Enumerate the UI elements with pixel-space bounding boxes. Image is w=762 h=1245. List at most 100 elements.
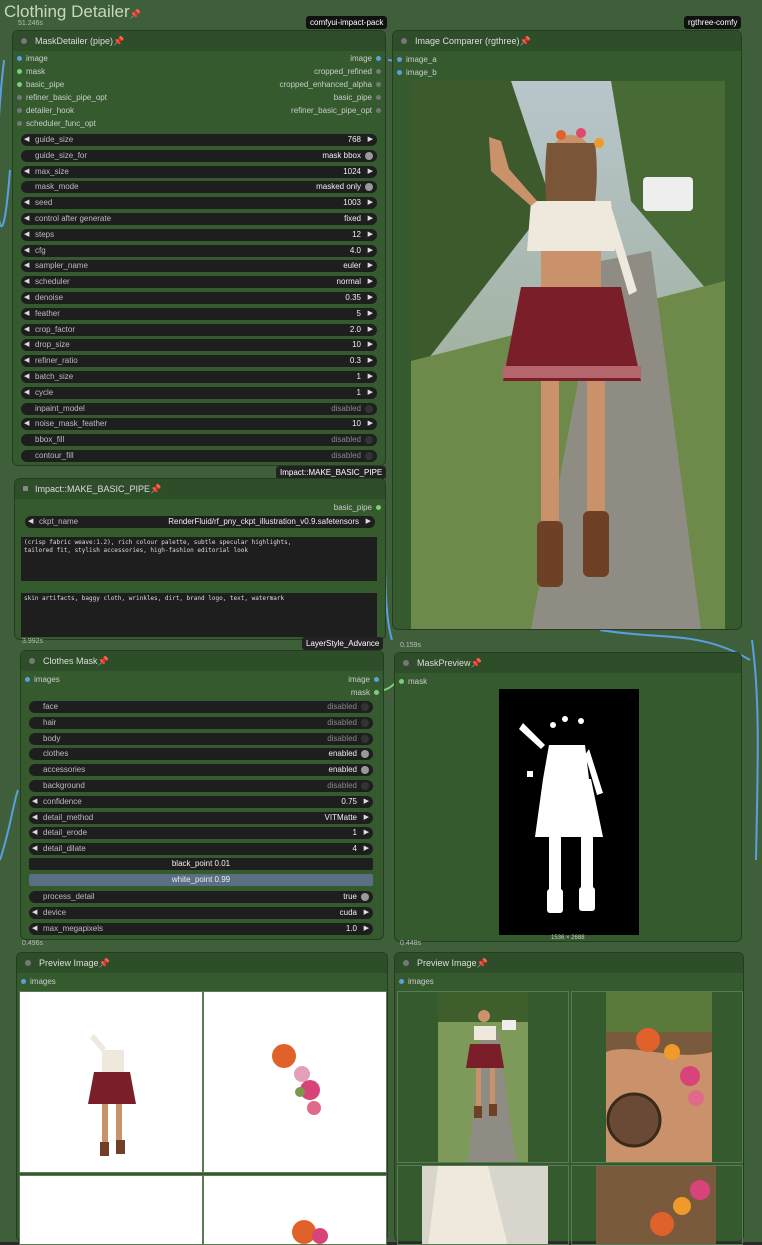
toggle-knob-icon[interactable] xyxy=(361,718,369,727)
noise-mask-feather-widget[interactable]: ◀ noise_mask_feather 10 ▶ xyxy=(21,418,377,431)
arrow-left-icon[interactable]: ◀ xyxy=(24,293,29,301)
arrow-left-icon[interactable]: ◀ xyxy=(24,340,29,348)
input-slot-images[interactable]: images xyxy=(17,977,56,986)
node-title[interactable]: MaskDetailer (pipe)📌 xyxy=(13,31,385,51)
hair-widget[interactable]: hair disabled xyxy=(29,716,373,729)
arrow-right-icon[interactable]: ▶ xyxy=(368,261,373,269)
arrow-left-icon[interactable]: ◀ xyxy=(24,261,29,269)
arrow-right-icon[interactable]: ▶ xyxy=(368,388,373,396)
group-title[interactable]: Clothing Detailer📌 xyxy=(4,2,141,22)
process-detail-widget[interactable]: process_detail true xyxy=(29,891,373,903)
arrow-right-icon[interactable]: ▶ xyxy=(368,167,373,175)
toggle-knob-icon[interactable] xyxy=(365,404,373,413)
arrow-left-icon[interactable]: ◀ xyxy=(24,277,29,285)
collapse-dot-icon[interactable] xyxy=(401,38,407,44)
input-slot-images[interactable]: images xyxy=(21,675,60,684)
arrow-left-icon[interactable]: ◀ xyxy=(24,388,29,396)
mask-preview-image[interactable] xyxy=(499,689,639,935)
mask-preview-node[interactable]: MaskPreview📌 mask 1536 × 2688 xyxy=(394,652,742,942)
arrow-right-icon[interactable]: ▶ xyxy=(368,340,373,348)
input-slot-image-b[interactable]: image_b xyxy=(393,68,437,77)
detail-erode-widget[interactable]: ◀ detail_erode 1 ▶ xyxy=(29,827,373,840)
collapse-dot-icon[interactable] xyxy=(403,660,409,666)
preview-thumbnail[interactable] xyxy=(19,1175,203,1245)
input-slot-images[interactable]: images xyxy=(395,977,434,986)
collapse-dot-icon[interactable] xyxy=(29,658,35,664)
white-point-slider[interactable]: white_point 0.99 xyxy=(29,874,373,886)
arrow-right-icon[interactable]: ▶ xyxy=(368,325,373,333)
batch-size-widget[interactable]: ◀ batch_size 1 ▶ xyxy=(21,371,377,383)
arrow-right-icon[interactable]: ▶ xyxy=(368,230,373,238)
control-after-generate-widget[interactable]: ◀ control after generate fixed ▶ xyxy=(21,213,377,225)
guide-size-widget[interactable]: ◀ guide_size 768 ▶ xyxy=(21,134,377,146)
detail-dilate-widget[interactable]: ◀ detail_dilate 4 ▶ xyxy=(29,843,373,856)
preview-thumbnail[interactable] xyxy=(203,1175,387,1245)
arrow-left-icon[interactable]: ◀ xyxy=(28,517,33,525)
node-title[interactable]: Impact::MAKE_BASIC_PIPE📌 xyxy=(15,479,385,499)
output-slot-image[interactable]: image xyxy=(348,675,383,684)
arrow-left-icon[interactable]: ◀ xyxy=(32,797,37,805)
output-slot-refiner-basic-pipe-opt[interactable]: refiner_basic_pipe_opt xyxy=(291,106,385,115)
denoise-widget[interactable]: ◀ denoise 0.35 ▶ xyxy=(21,292,377,304)
arrow-left-icon[interactable]: ◀ xyxy=(24,135,29,143)
arrow-left-icon[interactable]: ◀ xyxy=(24,214,29,222)
positive-prompt-textarea[interactable]: (crisp fabric weave:1.2), rich colour pa… xyxy=(21,537,377,581)
arrow-right-icon[interactable]: ▶ xyxy=(368,277,373,285)
output-slot-mask[interactable]: mask xyxy=(351,688,383,697)
arrow-right-icon[interactable]: ▶ xyxy=(368,419,373,427)
guide-size-for-widget[interactable]: guide_size_for mask bbox xyxy=(21,149,377,162)
inpaint-model-widget[interactable]: inpaint_model disabled xyxy=(21,402,377,415)
drop-size-widget[interactable]: ◀ drop_size 10 ▶ xyxy=(21,339,377,352)
arrow-right-icon[interactable]: ▶ xyxy=(368,293,373,301)
output-slot-image[interactable]: image xyxy=(350,54,385,63)
arrow-right-icon[interactable]: ▶ xyxy=(364,924,369,932)
accessories-widget[interactable]: accessories enabled xyxy=(29,764,373,777)
device-widget[interactable]: ◀ device cuda ▶ xyxy=(29,906,373,919)
clothes-mask-node[interactable]: Clothes Mask📌 images image mask face disa… xyxy=(20,650,384,940)
arrow-left-icon[interactable]: ◀ xyxy=(24,230,29,238)
toggle-knob-icon[interactable] xyxy=(361,734,369,743)
arrow-left-icon[interactable]: ◀ xyxy=(32,813,37,821)
face-widget[interactable]: face disabled xyxy=(29,701,373,713)
arrow-left-icon[interactable]: ◀ xyxy=(32,908,37,916)
max-megapixels-widget[interactable]: ◀ max_megapixels 1.0 ▶ xyxy=(29,922,373,935)
node-title[interactable]: MaskPreview📌 xyxy=(395,653,741,673)
preview-thumbnail[interactable] xyxy=(203,991,387,1173)
background-widget[interactable]: background disabled xyxy=(29,780,373,792)
negative-prompt-textarea[interactable]: skin artifacts, baggy cloth, wrinkles, d… xyxy=(21,593,377,637)
toggle-knob-icon[interactable] xyxy=(365,436,373,445)
arrow-left-icon[interactable]: ◀ xyxy=(24,372,29,380)
input-slot-mask[interactable]: mask xyxy=(13,67,45,76)
toggle-knob-icon[interactable] xyxy=(361,893,369,901)
output-slot-basic-pipe[interactable]: basic_pipe xyxy=(334,503,385,512)
toggle-knob-icon[interactable] xyxy=(361,703,369,711)
preview-image-node[interactable]: Preview Image📌 images xyxy=(394,952,744,1245)
mask-detailer-node[interactable]: MaskDetailer (pipe)📌 image mask basic_pipe… xyxy=(12,30,386,466)
preview-thumbnail[interactable] xyxy=(571,991,743,1163)
cycle-widget[interactable]: ◀ cycle 1 ▶ xyxy=(21,386,377,399)
steps-widget[interactable]: ◀ steps 12 ▶ xyxy=(21,228,377,241)
graph-canvas[interactable]: Clothing Detailer📌 51.246s comfyui-impac… xyxy=(0,0,762,1245)
arrow-left-icon[interactable]: ◀ xyxy=(32,924,37,932)
node-title[interactable]: Preview Image📌 xyxy=(395,953,743,973)
arrow-right-icon[interactable]: ▶ xyxy=(364,908,369,916)
collapse-dot-icon[interactable] xyxy=(21,38,27,44)
toggle-knob-icon[interactable] xyxy=(361,766,369,775)
max-size-widget[interactable]: ◀ max_size 1024 ▶ xyxy=(21,165,377,178)
black-point-slider[interactable]: black_point 0.01 xyxy=(29,858,373,870)
preview-thumbnail[interactable] xyxy=(397,1165,569,1245)
arrow-left-icon[interactable]: ◀ xyxy=(24,198,29,206)
toggle-knob-icon[interactable] xyxy=(361,782,369,790)
node-title[interactable]: Image Comparer (rgthree)📌 xyxy=(393,31,741,51)
body-widget[interactable]: body disabled xyxy=(29,732,373,745)
arrow-right-icon[interactable]: ▶ xyxy=(364,813,369,821)
arrow-left-icon[interactable]: ◀ xyxy=(24,167,29,175)
image-comparer-node[interactable]: Image Comparer (rgthree)📌 image_a image_… xyxy=(392,30,742,630)
arrow-right-icon[interactable]: ▶ xyxy=(364,828,369,836)
arrow-right-icon[interactable]: ▶ xyxy=(368,372,373,380)
arrow-left-icon[interactable]: ◀ xyxy=(24,309,29,317)
arrow-right-icon[interactable]: ▶ xyxy=(368,246,373,254)
arrow-left-icon[interactable]: ◀ xyxy=(24,356,29,364)
confidence-widget[interactable]: ◀ confidence 0.75 ▶ xyxy=(29,795,373,808)
arrow-left-icon[interactable]: ◀ xyxy=(24,325,29,333)
